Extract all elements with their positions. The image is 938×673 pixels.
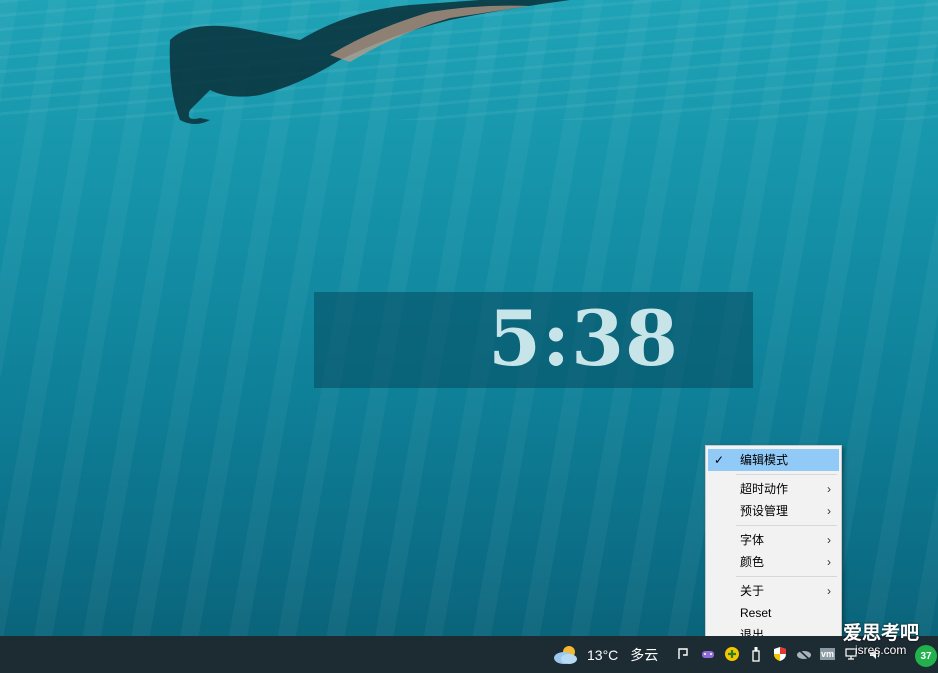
menu-separator: [736, 525, 837, 526]
menu-item-label: 超时动作: [740, 482, 789, 496]
watermark-line1: 爱思考吧: [843, 623, 920, 644]
chevron-right-icon: ›: [827, 555, 831, 569]
pen-icon[interactable]: [676, 646, 692, 662]
menu-item-label: 颜色: [740, 555, 765, 569]
menu-item-label: 编辑模式: [740, 453, 789, 467]
menu-item-about[interactable]: 关于 ›: [706, 580, 841, 602]
menu-separator: [736, 576, 837, 577]
chevron-right-icon: ›: [827, 504, 831, 518]
menu-item-label: 关于: [740, 584, 765, 598]
menu-item-label: Reset: [740, 606, 772, 620]
context-menu: ✓ 编辑模式 超时动作 › 预设管理 › 字体 › 颜色 › 关于 › Rese…: [705, 445, 842, 648]
floating-clock-widget[interactable]: 5:38: [314, 292, 753, 388]
weather-widget[interactable]: 13°C 多云: [553, 645, 658, 665]
menu-item-reset[interactable]: Reset: [706, 602, 841, 624]
checkmark-icon: ✓: [714, 453, 725, 467]
watermark: 爱思考吧 isres.com: [843, 618, 919, 657]
weather-description: 多云: [630, 647, 659, 663]
plus-circle-icon[interactable]: [724, 646, 740, 662]
vm-icon[interactable]: vm: [820, 648, 835, 660]
menu-item-label: 字体: [740, 533, 765, 547]
shield-icon[interactable]: [772, 646, 788, 662]
partly-cloudy-icon: [554, 646, 577, 664]
clock-time: 5:38: [488, 293, 679, 383]
menu-item-edit-mode[interactable]: ✓ 编辑模式: [708, 449, 839, 471]
menu-separator: [736, 474, 837, 475]
chevron-right-icon: ›: [827, 482, 831, 496]
menu-item-font[interactable]: 字体 ›: [706, 529, 841, 551]
menu-item-preset-management[interactable]: 预设管理 ›: [706, 500, 841, 522]
menu-item-timeout-action[interactable]: 超时动作 ›: [706, 478, 841, 500]
chevron-right-icon: ›: [827, 533, 831, 547]
watermark-line2: isres.com: [855, 643, 907, 657]
cloud-offline-icon[interactable]: [796, 646, 812, 662]
menu-item-color[interactable]: 颜色 ›: [706, 551, 841, 573]
taskbar: 13°C 多云 vm: [0, 636, 938, 673]
weather-temperature: 13°C: [587, 647, 619, 663]
menu-item-label: 预设管理: [740, 504, 789, 518]
chevron-right-icon: ›: [827, 584, 831, 598]
usb-icon[interactable]: [748, 646, 764, 662]
game-controller-icon[interactable]: [700, 646, 716, 662]
swimmer-silhouette: [169, 0, 570, 124]
